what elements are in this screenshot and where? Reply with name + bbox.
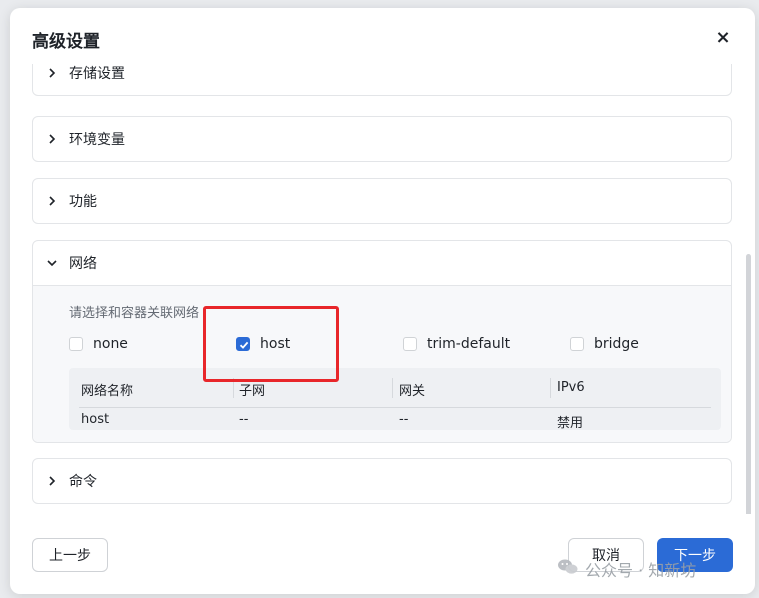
checkbox-trim-default[interactable] [403,337,417,351]
column-divider [550,378,551,398]
table-header-subnet: 子网 [239,384,266,399]
chevron-right-icon [47,196,57,206]
table-header-ipv6: IPv6 [557,380,585,395]
section-features-header[interactable]: 功能 [33,179,731,223]
section-features[interactable]: 功能 [32,178,732,224]
wechat-icon [557,558,579,580]
network-option-label: trim-default [427,336,511,352]
table-cell: -- [239,412,249,427]
chevron-right-icon [47,134,57,144]
network-option-trim-default[interactable]: trim-default [403,336,510,352]
column-divider [392,378,393,398]
close-button[interactable]: × [713,28,733,48]
scrollbar-thumb[interactable] [746,254,751,514]
chevron-right-icon [47,476,57,486]
section-storage[interactable]: 存储设置 [32,64,732,96]
network-option-bridge[interactable]: bridge [570,336,639,352]
watermark: 公众号 · 知新坊 [557,557,696,581]
table-header-gateway: 网关 [399,384,426,399]
section-command[interactable]: 命令 [32,458,732,504]
section-features-title: 功能 [69,194,97,210]
chevron-right-icon [47,68,57,78]
section-network: 网络 请选择和容器关联网络 none host trim-default bri… [32,240,732,443]
table-cell: -- [399,412,409,427]
section-env-header[interactable]: 环境变量 [33,117,731,161]
section-env[interactable]: 环境变量 [32,116,732,162]
table-cell: 禁用 [557,416,584,431]
network-option-label: bridge [594,336,639,352]
section-env-title: 环境变量 [69,132,125,148]
highlight-annotation [203,306,339,382]
table-header-name: 网络名称 [81,384,134,399]
row-divider [79,407,711,408]
checkbox-none[interactable] [69,337,83,351]
section-storage-header[interactable]: 存储设置 [33,64,731,95]
advanced-settings-dialog: 高级设置 × 存储设置 环境变量 功能 网络 请选择和容器关联网络 none h… [10,8,755,594]
table-cell: host [81,412,110,427]
network-table: 网络名称 子网 网关 IPv6 host -- -- 禁用 [69,368,721,431]
chevron-down-icon [47,258,57,268]
previous-step-button[interactable]: 上一步 [32,538,108,572]
section-network-title: 网络 [69,256,97,272]
network-option-none[interactable]: none [69,336,128,352]
settings-scroll-area[interactable]: 存储设置 环境变量 功能 网络 请选择和容器关联网络 none host tri… [10,64,755,514]
section-command-header[interactable]: 命令 [33,459,731,503]
section-network-header[interactable]: 网络 [33,241,731,285]
checkbox-bridge[interactable] [570,337,584,351]
section-storage-title: 存储设置 [69,66,125,82]
dialog-title: 高级设置 [32,32,100,52]
network-panel: 请选择和容器关联网络 none host trim-default bridge… [33,285,731,442]
network-option-label: none [93,336,128,352]
section-command-title: 命令 [69,474,97,490]
watermark-text: 公众号 · 知新坊 [585,561,697,580]
network-hint: 请选择和容器关联网络 [69,306,200,321]
